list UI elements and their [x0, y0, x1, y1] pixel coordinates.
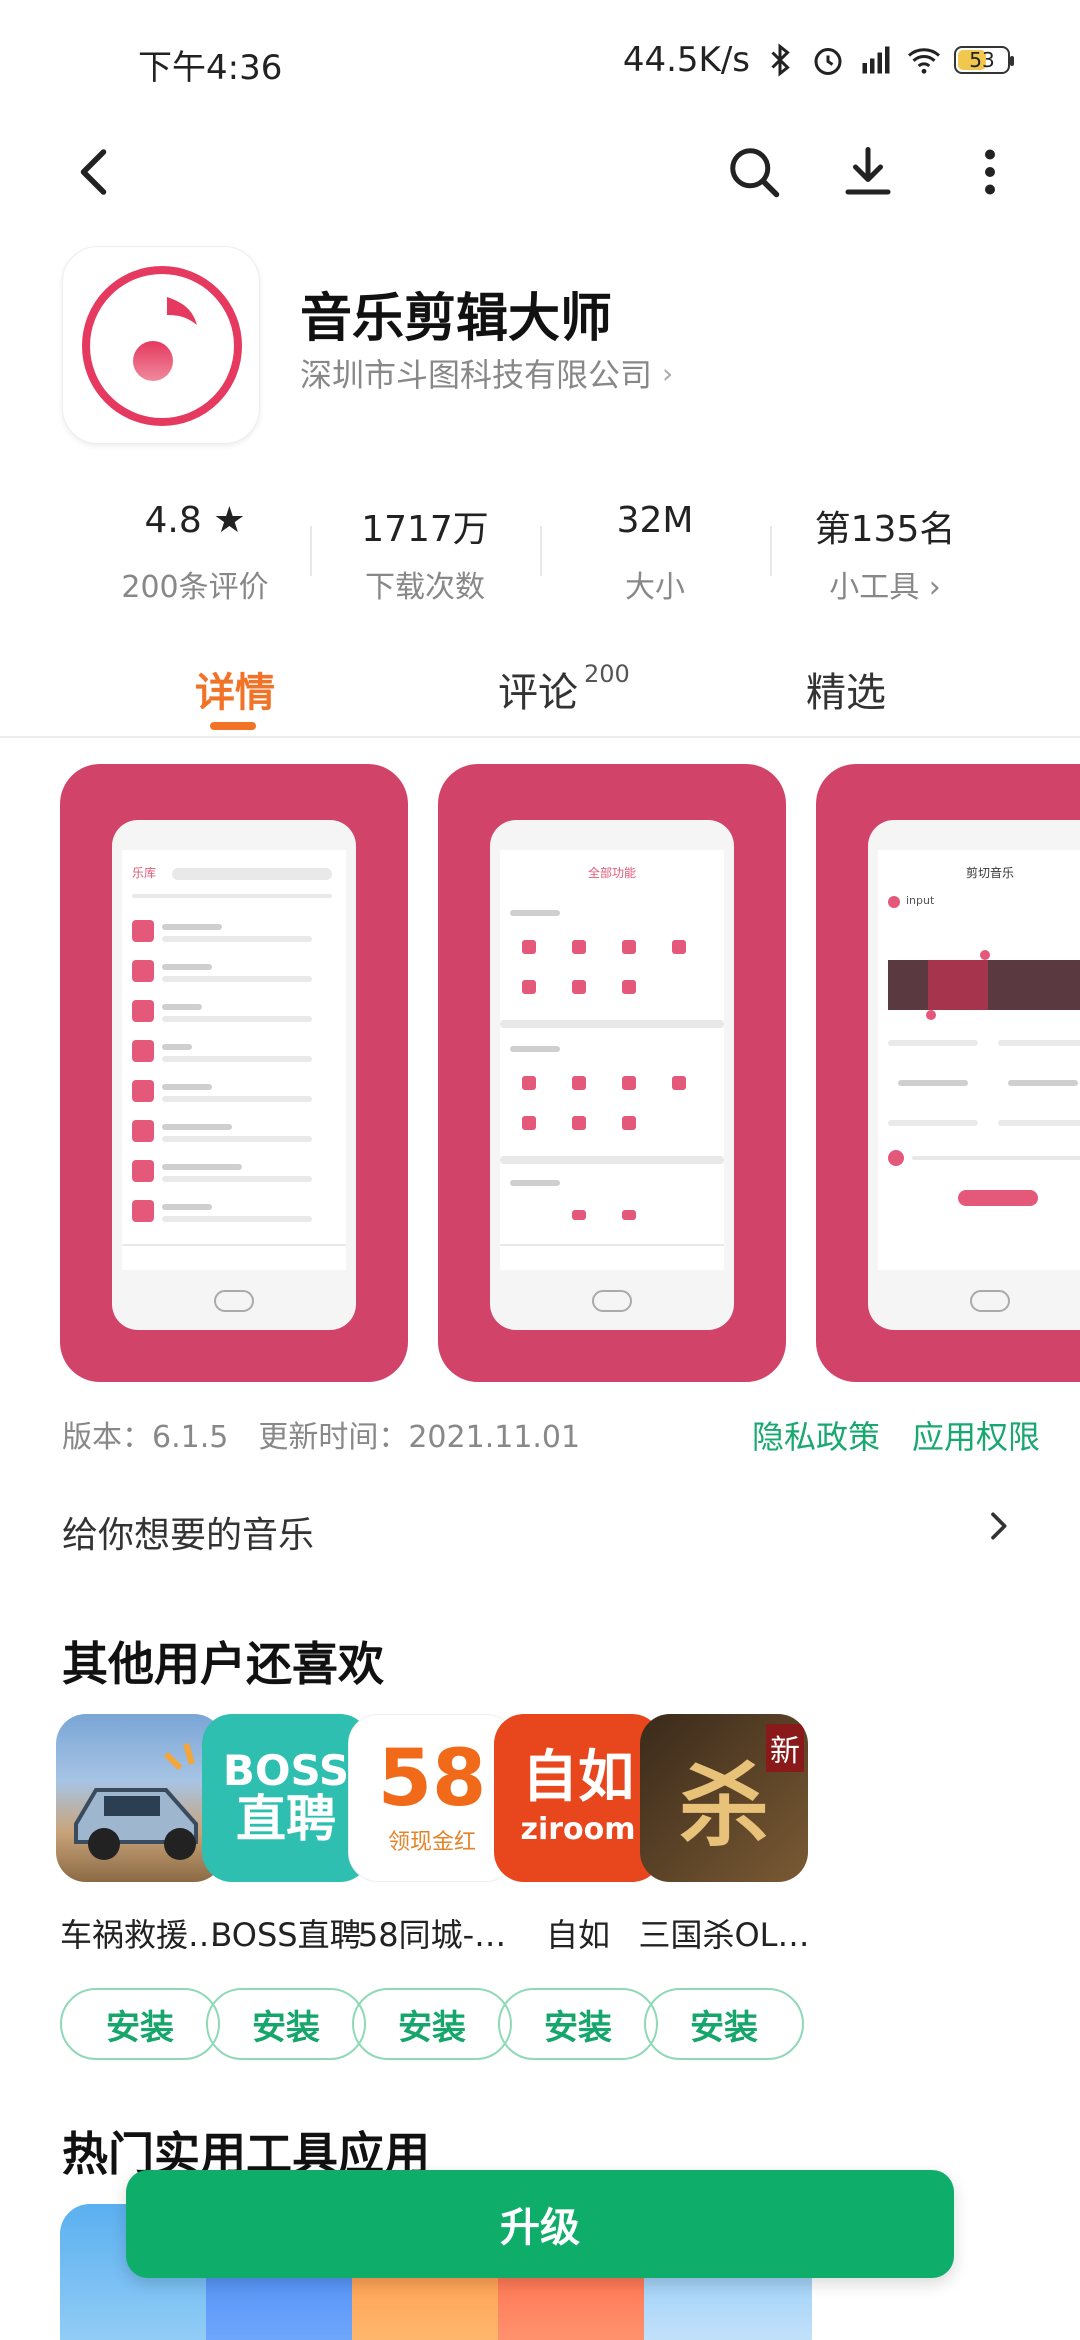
app-name: 三国杀OL…: [638, 1916, 810, 1954]
privacy-policy-link[interactable]: 隐私政策: [752, 1412, 880, 1458]
tab-details[interactable]: 详情: [195, 660, 275, 718]
screen-input-label: input: [906, 894, 935, 907]
battery-icon: 53: [954, 46, 1014, 74]
stat-label: 200条评价: [121, 570, 269, 605]
app-icon: [62, 246, 260, 444]
stat-value: 第135名: [814, 509, 956, 550]
detail-tabs: 详情 评论 200 精选: [0, 650, 1080, 738]
phone-screen: 全部功能: [500, 850, 724, 1270]
search-icon[interactable]: [724, 142, 784, 202]
phone-frame: 剪切音乐 input: [868, 820, 1080, 1330]
tab-reviews[interactable]: 评论 200: [498, 660, 630, 718]
status-right: 44.5K/s 53: [622, 40, 1014, 80]
ziroom-logo-subtext: ziroom: [520, 1811, 636, 1847]
phone-home-button: [592, 1290, 632, 1312]
status-time: 下午4:36: [138, 48, 283, 88]
section-title-also-like: 其他用户还喜欢: [62, 1637, 384, 1691]
developer-link[interactable]: 深圳市斗图科技有限公司 ›: [300, 350, 673, 396]
stat-downloads: 1717万 下载次数: [310, 500, 540, 610]
screen-title: 全部功能: [587, 866, 636, 880]
phone-frame: 全部功能: [490, 820, 734, 1330]
stat-label: 小工具 ›: [829, 570, 941, 605]
tab-indicator: [210, 722, 256, 730]
phone-screen: 剪切音乐 input: [878, 850, 1080, 1270]
music-note-icon: [82, 266, 242, 426]
network-speed: 44.5K/s: [622, 40, 750, 80]
stat-value: 1717万: [361, 509, 489, 550]
stat-size: 32M 大小: [540, 500, 770, 610]
bluetooth-icon: [771, 43, 790, 77]
stat-value: 4.8 ★: [144, 500, 246, 541]
phone-frame: 乐库: [112, 820, 356, 1330]
version-text: 版本：6.1.5: [62, 1420, 229, 1455]
alarm-icon: [814, 48, 842, 75]
phone-home-button: [970, 1290, 1010, 1312]
app-description[interactable]: 给你想要的音乐: [62, 1506, 314, 1558]
phone-screen: 乐库: [122, 850, 346, 1270]
app-name: 音乐剪辑大师: [300, 289, 613, 349]
signal-icon: [862, 46, 890, 74]
policy-links: 隐私政策 应用权限: [752, 1412, 1040, 1458]
screen-title: 乐库: [132, 866, 157, 880]
back-arrow-icon[interactable]: [66, 142, 126, 202]
stat-label: 下载次数: [365, 570, 485, 605]
chevron-right-icon[interactable]: [978, 1506, 1018, 1546]
screenshot-1[interactable]: 乐库: [60, 764, 408, 1382]
screenshot-2[interactable]: 全部功能: [438, 764, 786, 1382]
top-action-bar: [0, 120, 1080, 220]
stat-label: 大小: [625, 570, 685, 605]
update-time-text: 更新时间：2021.11.01: [258, 1420, 581, 1455]
boss-logo-text: BOSS: [222, 1745, 350, 1795]
recommended-app[interactable]: 杀 新 三国杀OL… 安装: [624, 1714, 824, 2060]
app-permissions-link[interactable]: 应用权限: [912, 1412, 1040, 1458]
stat-value: 32M: [616, 500, 694, 541]
stat-ranking[interactable]: 第135名 小工具 ›: [770, 500, 1000, 610]
upgrade-button[interactable]: 升级: [126, 2170, 954, 2278]
tab-reviews-label: 评论: [498, 670, 578, 716]
boss-logo-subtext: 直聘: [236, 1789, 336, 1848]
screenshot-3[interactable]: 剪切音乐 input: [816, 764, 1080, 1382]
58-logo-text: 58: [377, 1734, 487, 1824]
recommended-apps: 车祸救援… 安装 BOSS 直聘 BOSS直聘 安装 58 领现金红 58同城-…: [40, 1714, 1080, 2064]
download-icon[interactable]: [838, 142, 898, 202]
stat-rating: 4.8 ★ 200条评价: [80, 500, 310, 610]
tab-featured[interactable]: 精选: [806, 660, 886, 718]
status-bar: 下午4:36 44.5K/s 53: [0, 0, 1080, 120]
chevron-right-icon: ›: [662, 356, 674, 390]
install-button[interactable]: 安装: [644, 1988, 804, 2060]
screenshot-carousel[interactable]: 乐库 全部功能 剪切音乐 input: [60, 764, 1080, 1382]
tab-reviews-count: 200: [584, 660, 630, 688]
sanguosha-app-icon[interactable]: 杀 新: [640, 1714, 808, 1882]
screen-title: 剪切音乐: [965, 866, 1014, 880]
ziroom-logo-text: 自如: [522, 1744, 634, 1810]
phone-home-button: [214, 1290, 254, 1312]
version-info: 版本：6.1.5 更新时间：2021.11.01: [62, 1412, 580, 1456]
more-vertical-icon[interactable]: [960, 142, 1020, 202]
developer-name: 深圳市斗图科技有限公司: [300, 356, 653, 394]
sanguosha-logo-text: 杀: [679, 1754, 769, 1859]
app-stats: 4.8 ★ 200条评价 1717万 下载次数 32M 大小 第135名 小工具…: [80, 500, 1000, 610]
58-logo-subtext: 领现金红: [387, 1830, 476, 1855]
sanguosha-new-badge: 新: [766, 1724, 804, 1772]
wifi-icon: [908, 48, 940, 74]
